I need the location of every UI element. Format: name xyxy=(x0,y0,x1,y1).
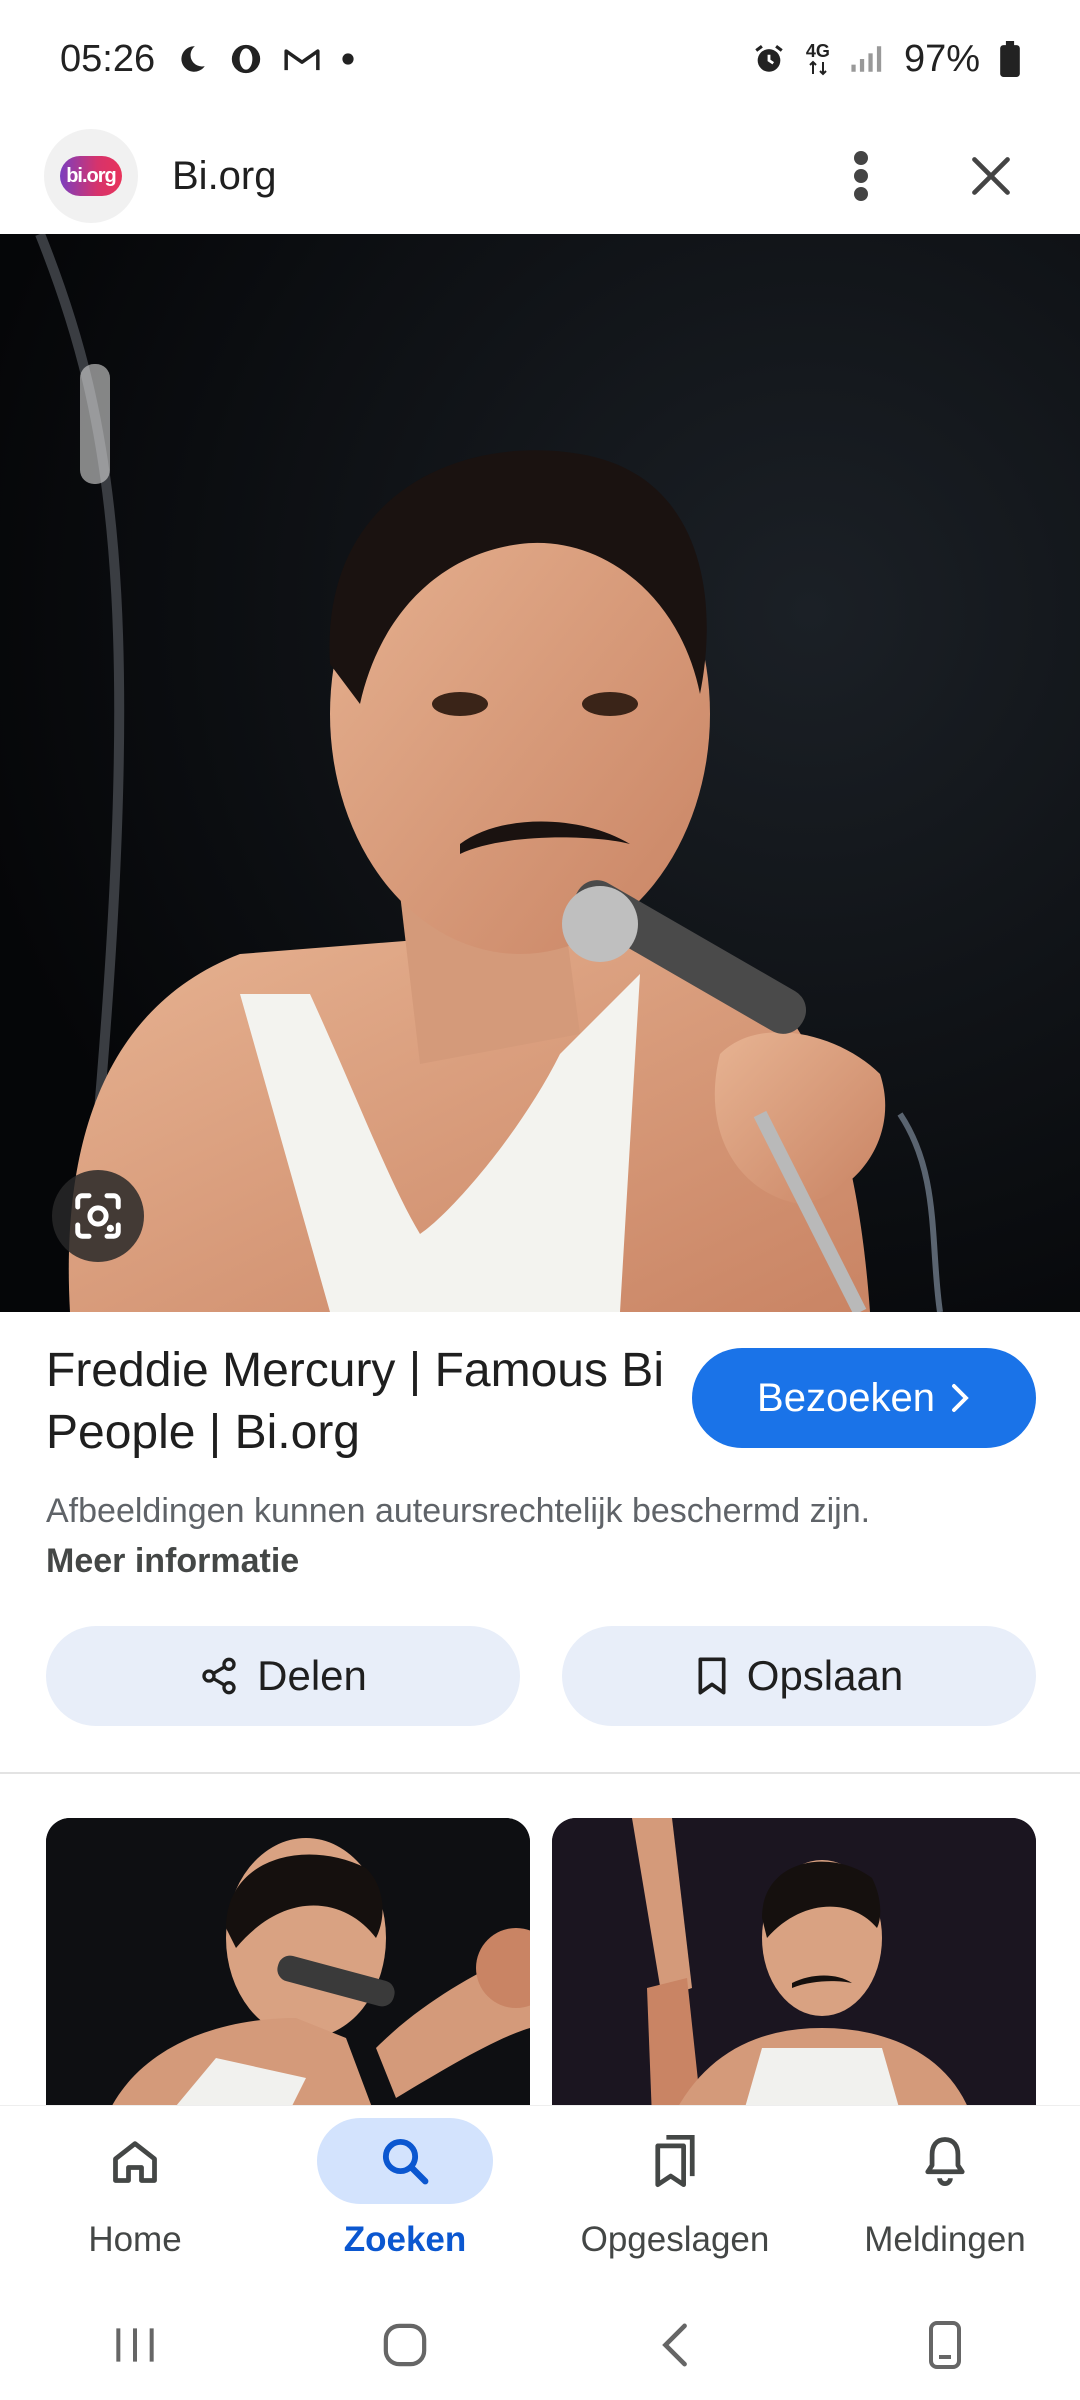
status-left: 05:26 xyxy=(60,38,355,81)
alarm-icon xyxy=(752,42,786,76)
home-icon xyxy=(113,2141,157,2183)
battery-icon xyxy=(1000,41,1020,77)
share-icon xyxy=(202,1657,236,1695)
status-time: 05:26 xyxy=(60,37,156,80)
nav-label-search: Zoeken xyxy=(343,2220,467,2259)
share-label: Delen xyxy=(257,1652,367,1699)
status-bar: 05:26 4G 97% xyxy=(0,0,1080,118)
divider xyxy=(0,1772,1080,1774)
visit-button-label: Bezoeken xyxy=(757,1375,935,1420)
recents-icon[interactable] xyxy=(75,2305,195,2385)
nav-item-notifications[interactable]: Meldingen xyxy=(820,2106,1070,2260)
more-info-link[interactable]: Meer informatie xyxy=(46,1542,299,1580)
opera-icon xyxy=(229,42,263,76)
dot-icon xyxy=(341,52,355,66)
bottom-navigation: Home Zoeken Opgeslagen Meldingen xyxy=(0,2106,1080,2290)
system-navigation-bar xyxy=(0,2290,1080,2400)
nav-icon-wrap-search xyxy=(317,2118,493,2204)
related-image-2-illustration xyxy=(552,1818,1036,2118)
related-image-2[interactable] xyxy=(552,1818,1036,2118)
search-icon xyxy=(382,2138,429,2185)
nav-label-home: Home xyxy=(88,2220,182,2259)
nav-icon-wrap-saved xyxy=(587,2118,763,2204)
site-logo-badge: bi.org xyxy=(60,156,122,196)
google-lens-icon[interactable] xyxy=(52,1170,144,1262)
network-label: 4G xyxy=(805,41,830,61)
close-icon[interactable] xyxy=(946,131,1036,221)
viewer-header: bi.org Bi.org xyxy=(0,118,1080,234)
title-row: Freddie Mercury | Famous Bi People | Bi.… xyxy=(46,1340,1036,1464)
nav-icon-wrap-notifications xyxy=(857,2118,1033,2204)
site-logo[interactable]: bi.org xyxy=(44,129,138,223)
related-image-1[interactable] xyxy=(46,1818,530,2118)
status-right: 4G 97% xyxy=(752,38,1020,81)
hero-image[interactable] xyxy=(0,234,1080,1312)
copyright-text: Afbeeldingen kunnen auteursrechtelijk be… xyxy=(46,1492,871,1530)
network-4g-icon: 4G xyxy=(806,42,830,76)
site-name[interactable]: Bi.org xyxy=(172,154,277,199)
back-icon[interactable] xyxy=(615,2305,735,2385)
result-info: Freddie Mercury | Famous Bi People | Bi.… xyxy=(46,1340,1036,1586)
nav-item-saved[interactable]: Opgeslagen xyxy=(550,2106,800,2260)
visit-button[interactable]: Bezoeken xyxy=(692,1348,1036,1448)
hero-image-illustration xyxy=(0,234,1080,1312)
more-vert-icon[interactable] xyxy=(816,131,906,221)
nav-label-notifications: Meldingen xyxy=(864,2220,1026,2259)
nav-label-saved: Opgeslagen xyxy=(580,2220,770,2259)
share-button[interactable]: Delen xyxy=(46,1626,520,1726)
signal-icon xyxy=(850,44,884,74)
chevron-right-icon xyxy=(952,1384,969,1412)
bell-icon xyxy=(925,2137,965,2186)
copyright-notice: Afbeeldingen kunnen auteursrechtelijk be… xyxy=(46,1486,946,1586)
battery-percent: 97% xyxy=(903,37,980,80)
gmail-icon xyxy=(283,44,321,74)
screen-overlay-icon[interactable] xyxy=(885,2305,1005,2385)
action-buttons: Delen Opslaan xyxy=(46,1626,1036,1726)
save-button[interactable]: Opslaan xyxy=(562,1626,1036,1726)
bookmark-icon xyxy=(698,1657,726,1695)
moon-icon xyxy=(175,42,209,76)
save-label: Opslaan xyxy=(746,1652,904,1699)
saved-icon xyxy=(655,2134,695,2188)
nav-item-home[interactable]: Home xyxy=(10,2106,260,2260)
nav-icon-wrap-home xyxy=(47,2118,223,2204)
result-title[interactable]: Freddie Mercury | Famous Bi People | Bi.… xyxy=(46,1340,666,1464)
google-image-viewer: 05:26 4G 97% bi.org Bi.org Freddie Mercu… xyxy=(0,0,1080,2400)
nav-item-search[interactable]: Zoeken xyxy=(280,2106,530,2260)
home-button-icon[interactable] xyxy=(345,2305,465,2385)
related-image-1-illustration xyxy=(46,1818,530,2118)
